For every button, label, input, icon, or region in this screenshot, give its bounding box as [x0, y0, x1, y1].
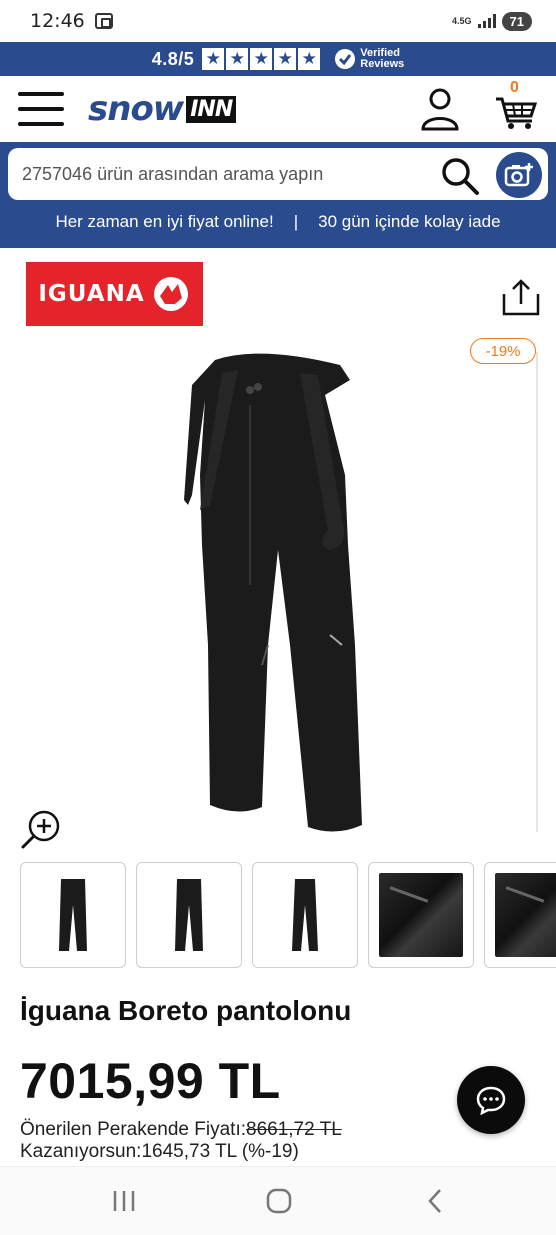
home-icon[interactable]	[263, 1185, 295, 1217]
discount-badge: -19%	[470, 338, 536, 364]
status-bar: 12:46 4.5G 71	[0, 0, 556, 42]
rating-score: 4.8/5	[151, 48, 195, 69]
site-header: snow INN 0	[0, 76, 556, 142]
thumbnail-4[interactable]	[368, 862, 474, 968]
brand-name: IGUANA	[38, 281, 145, 307]
promo-easy-return: 30 gün içinde kolay iade	[318, 212, 501, 231]
star-icon: ★	[226, 48, 249, 70]
system-nav-bar	[0, 1166, 556, 1235]
thumbnail-strip	[20, 862, 556, 970]
star-icon: ★	[274, 48, 297, 70]
search-box[interactable]	[8, 148, 548, 200]
battery-indicator: 71	[501, 11, 532, 31]
thumbnail-pants-icon	[292, 879, 318, 951]
search-icon[interactable]	[440, 156, 480, 196]
share-icon[interactable]	[500, 278, 542, 316]
brand-emblem-icon	[153, 277, 188, 311]
star-half-icon: ★	[298, 48, 321, 70]
menu-icon[interactable]	[18, 92, 64, 126]
thumbnail-5[interactable]	[484, 862, 556, 968]
cart-button[interactable]: 0	[494, 79, 538, 131]
thumbnail-detail-image	[379, 873, 463, 957]
signal-icon	[477, 14, 496, 28]
status-time: 12:46	[30, 10, 85, 32]
recent-apps-icon[interactable]	[108, 1185, 140, 1217]
thumbnail-1[interactable]	[20, 862, 126, 968]
product-image[interactable]	[150, 345, 410, 845]
user-account-icon[interactable]	[420, 87, 460, 131]
rrp-label: Önerilen Perakende Fiyatı:	[20, 1119, 247, 1140]
zoom-in-icon[interactable]	[20, 808, 62, 850]
cart-count: 0	[510, 79, 519, 96]
thumbnail-pants-icon	[59, 879, 87, 951]
camera-plus-icon	[504, 163, 533, 187]
thumbnail-pants-icon	[175, 879, 203, 951]
thumbnail-detail-image	[495, 873, 556, 957]
rrp-value: 8661,72 TL	[246, 1119, 342, 1140]
screenshot-icon	[94, 13, 113, 29]
promo-best-price: Her zaman en iyi fiyat online!	[55, 212, 274, 231]
site-logo[interactable]: snow INN	[88, 89, 237, 129]
brand-logo[interactable]: IGUANA	[26, 262, 203, 326]
verified-reviews-badge: Verified Reviews	[334, 48, 404, 70]
chat-bubble-icon	[476, 1086, 506, 1115]
image-divider	[536, 352, 538, 832]
chat-button[interactable]	[457, 1066, 525, 1134]
promo-separator: |	[293, 212, 299, 231]
saving-amount: Kazanıyorsun:1645,73 TL (%-19)	[20, 1141, 299, 1162]
status-right: 4.5G 71	[452, 11, 532, 31]
logo-snow: snow	[88, 89, 184, 129]
star-icon: ★	[250, 48, 273, 70]
thumbnail-2[interactable]	[136, 862, 242, 968]
rating-stars: ★ ★ ★ ★ ★	[202, 48, 321, 70]
search-input[interactable]	[22, 163, 412, 185]
camera-search-button[interactable]	[496, 152, 542, 198]
promo-strip: Her zaman en iyi fiyat online! | 30 gün …	[0, 212, 556, 232]
rating-bar[interactable]: 4.8/5 ★ ★ ★ ★ ★ Verified Reviews	[0, 42, 556, 76]
product-price: 7015,99 TL	[20, 1053, 281, 1109]
thumbnail-3[interactable]	[252, 862, 358, 968]
logo-inn: INN	[186, 95, 237, 123]
verified-badge-icon	[335, 49, 356, 69]
recommended-retail-price: Önerilen Perakende Fiyatı:8661,72 TL	[20, 1119, 342, 1141]
back-icon[interactable]	[420, 1185, 452, 1217]
product-title: İguana Boreto pantolonu	[20, 995, 352, 1026]
star-icon: ★	[202, 48, 225, 70]
network-type: 4.5G	[452, 16, 472, 26]
verified-line2: Reviews	[360, 58, 405, 70]
search-band: Her zaman en iyi fiyat online! | 30 gün …	[0, 142, 556, 248]
